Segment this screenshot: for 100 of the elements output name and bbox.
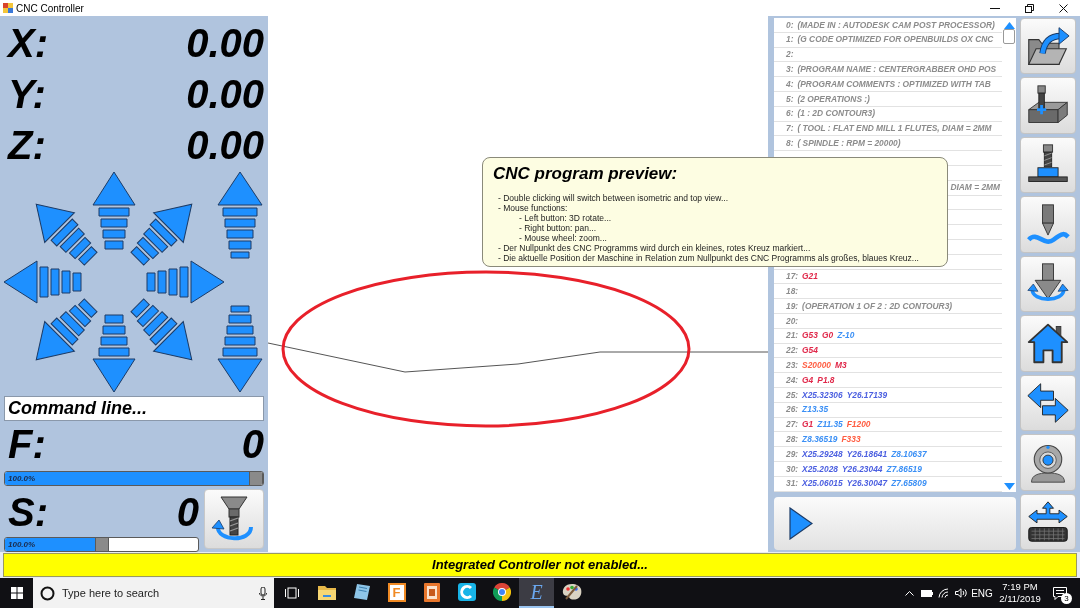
taskbar-search-input[interactable]: Type here to search bbox=[62, 578, 252, 608]
windows-logo-icon bbox=[10, 587, 23, 599]
scrollbar-thumb[interactable] bbox=[1003, 29, 1015, 44]
feed-value: 0 bbox=[241, 424, 264, 465]
gcode-token: Z7.65809 bbox=[891, 477, 927, 490]
gcode-token: G4 bbox=[802, 373, 814, 387]
gcode-token: ( SPINDLE : RPM = 20000) bbox=[797, 136, 901, 150]
line-number: 27: bbox=[786, 418, 799, 431]
tooltip-line: - Der Nullpunkt des CNC Programms wird durch ein kleines, rotes Kreuz markiert... bbox=[498, 243, 812, 253]
jog-arrow-button[interactable] bbox=[35, 298, 98, 361]
toolbar-button[interactable] bbox=[1020, 493, 1076, 550]
toolbar-button[interactable] bbox=[1020, 77, 1076, 134]
toolbar-button[interactable] bbox=[1020, 374, 1076, 432]
search-icon bbox=[40, 585, 55, 601]
line-number: 29: bbox=[786, 447, 799, 461]
scroll-up-arrow-icon[interactable] bbox=[1003, 22, 1015, 29]
tooltip-line: - Mouse functions: bbox=[498, 203, 569, 213]
gcode-token: Z8.10637 bbox=[891, 447, 927, 461]
language-button[interactable]: ENG bbox=[969, 578, 995, 608]
command-line-field[interactable]: Command line... bbox=[4, 396, 264, 421]
notification-count: 3 bbox=[1061, 593, 1072, 604]
override-slider[interactable]: 100.0% bbox=[4, 471, 264, 486]
gcode-token: Y26.30047 bbox=[846, 477, 888, 490]
toolbar-button[interactable] bbox=[1020, 196, 1076, 253]
gcode-token: (MADE IN : AUTODESK CAM POST PROCESSOR) bbox=[797, 18, 995, 32]
line-number: 8: bbox=[786, 136, 794, 150]
gcode-token: Z8.36519 bbox=[802, 432, 838, 446]
app-letter-icon: E bbox=[530, 582, 543, 602]
gcode-token: S20000 bbox=[802, 358, 831, 372]
home-icon bbox=[1026, 321, 1070, 366]
status-bar: Integrated Controller not enabled... bbox=[3, 553, 1077, 577]
axis-label: X: bbox=[8, 22, 48, 63]
axis-label: Z: bbox=[8, 124, 46, 165]
line-number: 18: bbox=[786, 284, 799, 298]
wifi-icon bbox=[937, 588, 950, 598]
toolbar-button[interactable] bbox=[1020, 255, 1076, 313]
jog-arrow-button[interactable] bbox=[217, 171, 263, 259]
gcode-token: X25.29248 bbox=[802, 447, 843, 461]
override-reading: 100.0% bbox=[8, 473, 36, 486]
axis-position: 0.00 bbox=[186, 124, 264, 165]
jog-arrow-button[interactable] bbox=[92, 171, 136, 250]
microphone-icon[interactable] bbox=[259, 586, 267, 600]
document-icon bbox=[423, 582, 440, 602]
jog-arrow-button[interactable] bbox=[130, 203, 193, 266]
line-number: 28: bbox=[786, 432, 799, 446]
gcode-token: ( TOOL : FLAT END MILL 1 FLUTES, DIAM = 2MM bbox=[797, 122, 992, 135]
gcode-token: Z-10 bbox=[837, 329, 855, 342]
gcode-token: (G CODE OPTIMIZED FOR OPENBUILDS OX CNC bbox=[797, 33, 994, 46]
gcode-token: G53 bbox=[802, 329, 818, 342]
line-number: 24: bbox=[786, 373, 799, 387]
notifications-button[interactable]: 3 bbox=[1045, 578, 1075, 608]
clock-button[interactable]: 7:19 PM 2/11/2019 bbox=[995, 578, 1045, 608]
toolbar-button[interactable] bbox=[1020, 434, 1076, 491]
jog-arrow-button[interactable] bbox=[3, 260, 82, 304]
line-number: 3: bbox=[786, 63, 794, 76]
gcode-token: Z11.35 bbox=[817, 418, 843, 431]
line-number: 1: bbox=[786, 33, 794, 46]
gcode-token: Y26.17139 bbox=[846, 388, 888, 402]
gcode-token: G21 bbox=[802, 270, 818, 283]
override-reading: 100.0% bbox=[8, 539, 36, 551]
toolbar-button[interactable] bbox=[1020, 136, 1076, 194]
line-number: 2: bbox=[786, 48, 794, 61]
play-button[interactable] bbox=[789, 507, 813, 540]
gcode-token: (OPERATION 1 OF 2 : 2D CONTOUR3) bbox=[802, 299, 953, 313]
line-number: 19: bbox=[786, 299, 799, 313]
axis-position: 0.00 bbox=[186, 73, 264, 114]
tooltip-line: - Mouse wheel: zoom... bbox=[518, 233, 608, 243]
gcode-token: G54 bbox=[802, 344, 818, 357]
jog-arrow-button[interactable] bbox=[35, 203, 98, 266]
jog-arrow-button[interactable] bbox=[146, 260, 225, 304]
toolbar-button[interactable] bbox=[1020, 315, 1076, 372]
line-number: 4: bbox=[786, 77, 794, 91]
jog-arrow-button[interactable] bbox=[92, 314, 136, 393]
line-number: 21: bbox=[786, 329, 799, 342]
restore-icon bbox=[1024, 3, 1034, 13]
tooltip-line: - Double clicking will switch between isometric and top view... bbox=[498, 193, 730, 203]
taskbar-app-button[interactable]: F bbox=[379, 578, 414, 608]
override-slider[interactable]: 100.0% bbox=[4, 537, 199, 552]
play-icon bbox=[789, 507, 813, 540]
jog-arrow-button[interactable] bbox=[130, 298, 193, 361]
taskbar-search-box[interactable]: Type here to search bbox=[33, 578, 274, 608]
close-icon bbox=[1058, 3, 1068, 13]
app-ring-icon bbox=[457, 583, 476, 601]
gcode-token: (1 : 2D CONTOUR3) bbox=[797, 107, 875, 120]
app-letter-icon: F bbox=[387, 582, 406, 602]
gcode-token: X25.2028 bbox=[802, 462, 838, 476]
slider-thumb[interactable] bbox=[249, 472, 263, 485]
jog-arrow-button[interactable] bbox=[217, 305, 263, 393]
line-number: 0: bbox=[786, 18, 794, 32]
scroll-down-arrow-icon[interactable] bbox=[1003, 483, 1015, 490]
line-number: 6: bbox=[786, 107, 794, 120]
toolbar-button[interactable] bbox=[1020, 18, 1076, 75]
line-number: 31: bbox=[786, 477, 799, 490]
gcode-token: Y26.23044 bbox=[842, 462, 883, 476]
gcode-token: Z13.35 bbox=[802, 403, 829, 416]
line-number: 22: bbox=[786, 344, 799, 357]
taskbar-app-button[interactable]: E bbox=[519, 578, 554, 608]
spindle-button[interactable] bbox=[204, 489, 264, 549]
tooltip-title: CNC program preview: bbox=[493, 163, 679, 185]
axis-position: 0.00 bbox=[186, 22, 264, 63]
